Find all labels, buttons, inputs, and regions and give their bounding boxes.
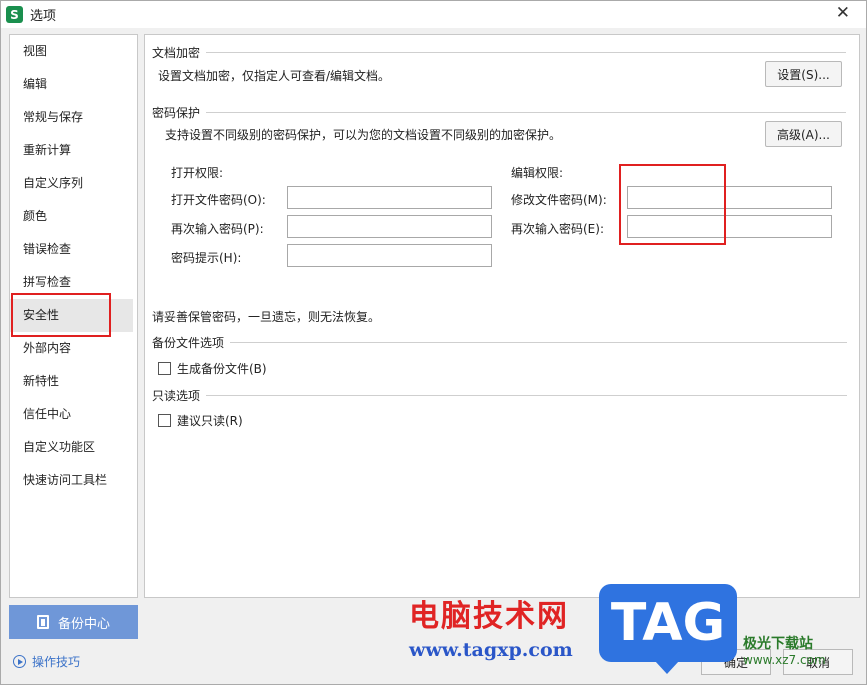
sidebar-item-error-check[interactable]: 错误检查 [10, 233, 133, 266]
divider [206, 112, 847, 113]
encryption-title: 文档加密 [152, 46, 201, 60]
edit-password-label: 修改文件密码(M): [511, 193, 607, 207]
readonly-section-title: 只读选项 [152, 387, 848, 404]
sidebar: 视图 编辑 常规与保存 重新计算 自定义序列 颜色 错误检查 拼写检查 安全性 … [9, 34, 138, 598]
open-password-input[interactable] [287, 186, 492, 209]
options-dialog: S 选项 ✕ 视图 编辑 常规与保存 重新计算 自定义序列 颜色 错误检查 拼写… [0, 0, 867, 685]
edit-confirm-input[interactable] [627, 215, 832, 238]
open-confirm-label: 再次输入密码(P): [171, 222, 264, 236]
sidebar-item-quick-access[interactable]: 快速访问工具栏 [10, 464, 133, 497]
backup-checkbox-row[interactable]: 生成备份文件(B) [158, 360, 267, 377]
sidebar-item-recalculate[interactable]: 重新计算 [10, 134, 133, 167]
divider [206, 395, 848, 396]
close-icon[interactable]: ✕ [836, 3, 850, 23]
backup-checkbox-label: 生成备份文件(B) [177, 362, 267, 376]
sidebar-item-trust-center[interactable]: 信任中心 [10, 398, 133, 431]
encryption-settings-button[interactable]: 设置(S)... [765, 61, 842, 87]
document-icon [36, 615, 49, 629]
encryption-desc: 设置文档加密，仅指定人可查看/编辑文档。 [158, 69, 391, 83]
watermark-jg-cn: 极光下载站 [743, 636, 813, 652]
sidebar-item-security[interactable]: 安全性 [10, 299, 133, 332]
password-section-title: 密码保护 [152, 104, 847, 121]
watermark-jg: 极光下载站 www.xz7.com [743, 633, 826, 667]
password-desc: 支持设置不同级别的密码保护，可以为您的文档设置不同级别的加密保护。 [165, 128, 562, 142]
password-advanced-button[interactable]: 高级(A)... [765, 121, 842, 147]
sidebar-item-external-content[interactable]: 外部内容 [10, 332, 133, 365]
watermark-site: 电脑技术网 www.tagxp.com [409, 591, 573, 661]
edit-password-input[interactable] [627, 186, 832, 209]
play-circle-icon [13, 655, 26, 668]
password-hint-label: 密码提示(H): [171, 251, 242, 265]
sidebar-item-custom-ribbon[interactable]: 自定义功能区 [10, 431, 133, 464]
readonly-checkbox[interactable] [158, 414, 171, 427]
edit-permission-label: 编辑权限: [511, 166, 564, 180]
backup-section-title: 备份文件选项 [152, 334, 848, 351]
backup-center-button[interactable]: 备份中心 [9, 605, 138, 639]
edit-confirm-label: 再次输入密码(E): [511, 222, 604, 236]
sidebar-item-general-save[interactable]: 常规与保存 [10, 101, 133, 134]
open-confirm-input[interactable] [287, 215, 492, 238]
watermark-tag-logo: TAG [599, 584, 737, 674]
sidebar-item-edit[interactable]: 编辑 [10, 68, 133, 101]
backup-title: 备份文件选项 [152, 336, 225, 350]
window-title: 选项 [30, 9, 57, 24]
open-permission-label: 打开权限: [171, 166, 224, 180]
backup-center-label: 备份中心 [57, 616, 110, 632]
divider [230, 342, 848, 343]
password-title: 密码保护 [152, 106, 201, 120]
sidebar-item-new-features[interactable]: 新特性 [10, 365, 133, 398]
sidebar-item-color[interactable]: 颜色 [10, 200, 133, 233]
open-password-label: 打开文件密码(O): [171, 193, 266, 207]
watermark-jg-url: www.xz7.com [743, 653, 826, 667]
readonly-checkbox-row[interactable]: 建议只读(R) [158, 412, 243, 429]
watermark-url: www.tagxp.com [409, 639, 573, 661]
tips-label: 操作技巧 [32, 655, 81, 669]
divider [206, 52, 847, 53]
watermark-cn: 电脑技术网 [409, 599, 569, 634]
sidebar-item-view[interactable]: 视图 [10, 35, 133, 68]
tips-link[interactable]: 操作技巧 [13, 653, 80, 670]
readonly-title: 只读选项 [152, 389, 201, 403]
readonly-checkbox-label: 建议只读(R) [177, 414, 243, 428]
encryption-section-title: 文档加密 [152, 44, 847, 61]
password-hint-input[interactable] [287, 244, 492, 267]
sidebar-item-custom-list[interactable]: 自定义序列 [10, 167, 133, 200]
sidebar-item-spell-check[interactable]: 拼写检查 [10, 266, 133, 299]
app-icon: S [6, 6, 23, 23]
security-panel: 文档加密 设置文档加密，仅指定人可查看/编辑文档。 设置(S)... 密码保护 … [144, 34, 860, 598]
backup-checkbox[interactable] [158, 362, 171, 375]
password-warning: 请妥善保管密码，一旦遗忘，则无法恢复。 [152, 310, 381, 324]
title-bar: S 选项 ✕ [1, 1, 866, 28]
